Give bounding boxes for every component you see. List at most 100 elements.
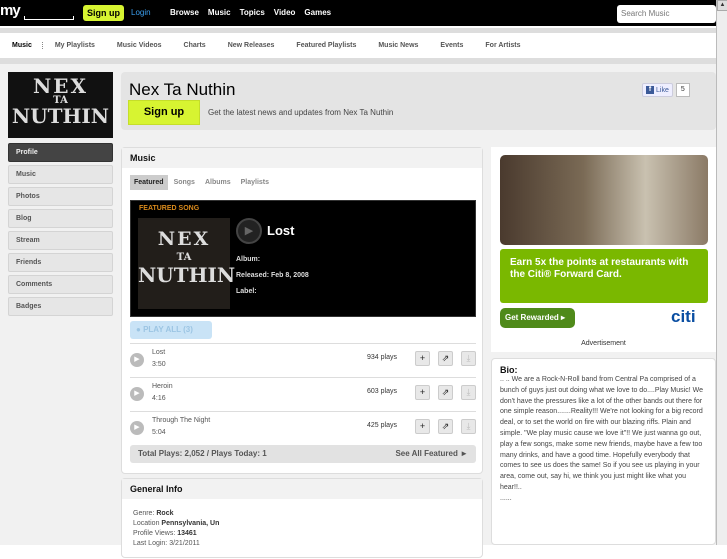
artist-header: Nex Ta Nuthin Sign up Get the latest new… [121, 72, 716, 130]
location-label: Location [133, 520, 160, 527]
views-value: 13461 [177, 530, 197, 537]
see-all-featured-link[interactable]: See All Featured ► [395, 449, 468, 458]
subnav-featured-playlists[interactable]: Featured Playlists [296, 42, 356, 49]
plays-totals: Total Plays: 2,052 / Plays Today: 1 See … [130, 445, 476, 463]
login-link[interactable]: Login [131, 8, 151, 17]
play-icon[interactable]: ▶ [130, 421, 144, 435]
share-icon[interactable]: ⇗ [438, 385, 453, 400]
location-value: Pennsylvania, Un [161, 520, 220, 527]
citi-logo: citi [671, 307, 696, 326]
subnav-charts[interactable]: Charts [184, 42, 206, 49]
subnav-for-artists[interactable]: For Artists [485, 42, 520, 49]
genre-label: Genre: [133, 510, 155, 517]
subnav-music-videos[interactable]: Music Videos [117, 42, 162, 49]
ad-caption: Advertisement [581, 340, 626, 347]
label-field: Label: [236, 288, 257, 295]
subnav-music-news[interactable]: Music News [378, 42, 418, 49]
featured-song: FEATURED SONG NEX TA NUTHIN ▶ Lost Album… [130, 200, 476, 317]
play-icon: ● [136, 325, 144, 334]
subnav-bar: Music My Playlists Music Videos Charts N… [0, 28, 716, 64]
sidebar-item-comments[interactable]: Comments [8, 275, 113, 294]
panel-title: Music [122, 148, 482, 168]
site-logo[interactable]: my [0, 2, 21, 19]
scroll-up-icon[interactable]: ▲ [717, 0, 727, 11]
artist-signup-button[interactable]: Sign up [128, 100, 200, 125]
music-panel: Music Featured Songs Albums Playlists FE… [121, 147, 483, 474]
logo-text: NUTHIN [11, 104, 110, 128]
play-icon[interactable]: ▶ [236, 218, 262, 244]
nav-music[interactable]: Music [208, 8, 231, 17]
sidebar: Profile Music Photos Blog Stream Friends… [8, 143, 113, 319]
song-row: ▶ Heroin 4:16 603 plays + ⇗ ⤓ [130, 377, 476, 411]
top-nav: Browse Music Topics Video Games [170, 8, 331, 17]
subnav-music[interactable]: Music [12, 42, 43, 49]
nav-games[interactable]: Games [304, 8, 331, 17]
bio-text: .. .. We are a Rock-N-Roll band from Cen… [500, 376, 703, 491]
facebook-icon: f [646, 86, 654, 94]
panel-title: General Info [122, 479, 482, 499]
ad-image [500, 155, 708, 245]
sidebar-item-friends[interactable]: Friends [8, 253, 113, 272]
download-icon[interactable]: ⤓ [461, 351, 476, 366]
ad-cta-button[interactable]: Get Rewarded ▸ [500, 308, 575, 328]
subnav-events[interactable]: Events [440, 42, 463, 49]
like-button[interactable]: f Like [642, 83, 673, 97]
share-icon[interactable]: ⇗ [438, 351, 453, 366]
download-icon[interactable]: ⤓ [461, 385, 476, 400]
bio-more: ...... [500, 494, 512, 502]
song-name[interactable]: Heroin [152, 383, 173, 390]
subnav-my-playlists[interactable]: My Playlists [55, 42, 95, 49]
general-info-panel: General Info Genre: Rock Location Pennsy… [121, 478, 483, 558]
released-field: Released: Feb 8, 2008 [236, 272, 309, 279]
tab-playlists[interactable]: Playlists [237, 175, 273, 190]
nav-browse[interactable]: Browse [170, 8, 199, 17]
song-name[interactable]: Lost [152, 349, 165, 356]
tab-albums[interactable]: Albums [201, 175, 235, 190]
tagline: Get the latest news and updates from Nex… [208, 108, 394, 117]
sidebar-item-badges[interactable]: Badges [8, 297, 113, 316]
play-icon[interactable]: ▶ [130, 353, 144, 367]
sidebar-item-music[interactable]: Music [8, 165, 113, 184]
song-plays: 425 plays [367, 422, 397, 429]
location-row: Location Pennsylvania, Un [133, 519, 471, 529]
signup-button[interactable]: Sign up [83, 5, 124, 21]
sidebar-item-stream[interactable]: Stream [8, 231, 113, 250]
song-row: ▶ Through The Night 5:04 425 plays + ⇗ ⤓ [130, 411, 476, 445]
sidebar-item-profile[interactable]: Profile [8, 143, 113, 162]
last-login: Last Login: 3/21/2011 [133, 540, 200, 547]
subnav-new-releases[interactable]: New Releases [228, 42, 275, 49]
play-all-button[interactable]: ● PLAY ALL (3) [130, 321, 212, 339]
facebook-like[interactable]: f Like 5 [642, 83, 690, 97]
song-plays: 603 plays [367, 388, 397, 395]
music-tabs: Featured Songs Albums Playlists [130, 175, 275, 190]
views-label: Profile Views: [133, 530, 176, 537]
logo-text: NEX [32, 74, 89, 98]
like-label: Like [656, 86, 669, 94]
add-icon[interactable]: + [415, 351, 430, 366]
scrollbar[interactable]: ▲ [716, 0, 727, 545]
add-icon[interactable]: + [415, 385, 430, 400]
featured-song-title: Lost [267, 223, 295, 238]
tab-songs[interactable]: Songs [170, 175, 199, 190]
logo-text: TA [176, 252, 192, 263]
album-field: Album: [236, 256, 261, 263]
genre-value: Rock [156, 510, 174, 517]
song-duration: 3:50 [152, 361, 166, 368]
nav-video[interactable]: Video [274, 8, 296, 17]
song-plays: 934 plays [367, 354, 397, 361]
ad-headline: Earn 5x the points at restaurants with t… [500, 249, 708, 303]
top-bar: my Sign up Login Browse Music Topics Vid… [0, 0, 716, 26]
sidebar-item-blog[interactable]: Blog [8, 209, 113, 228]
add-icon[interactable]: + [415, 419, 430, 434]
share-icon[interactable]: ⇗ [438, 419, 453, 434]
nav-topics[interactable]: Topics [240, 8, 265, 17]
sidebar-item-photos[interactable]: Photos [8, 187, 113, 206]
song-name[interactable]: Through The Night [152, 417, 210, 424]
search-input[interactable]: Search Music [617, 5, 716, 23]
views-row: Profile Views: 13461 [133, 529, 471, 539]
tab-featured[interactable]: Featured [130, 175, 168, 190]
play-icon[interactable]: ▶ [130, 387, 144, 401]
download-icon[interactable]: ⤓ [461, 419, 476, 434]
advertisement[interactable]: Earn 5x the points at restaurants with t… [491, 147, 716, 352]
logo-text: NEX [157, 228, 211, 250]
